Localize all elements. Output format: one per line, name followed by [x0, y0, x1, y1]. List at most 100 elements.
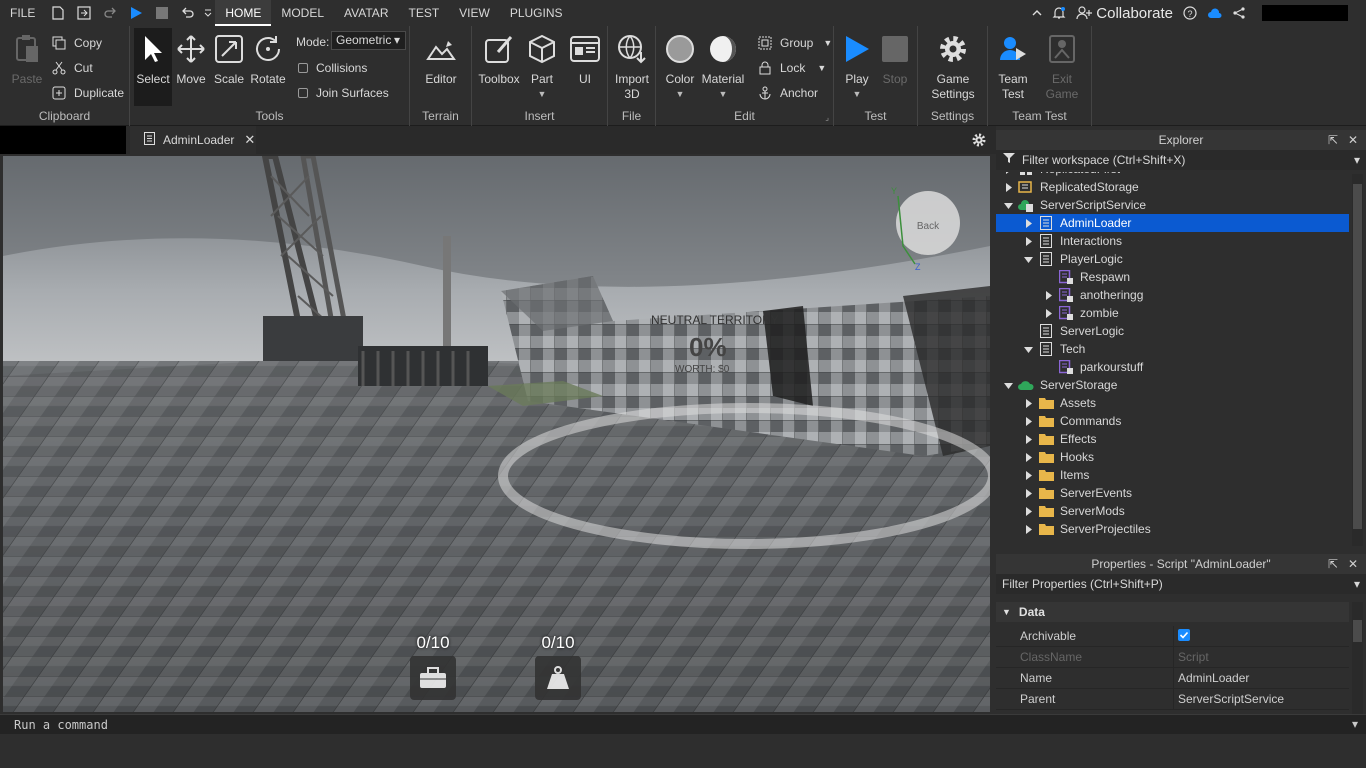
scale-tool-button[interactable]: Scale [210, 32, 248, 87]
ui-button[interactable]: UI [566, 32, 604, 87]
chevron-down-icon[interactable] [1002, 382, 1014, 389]
tree-item[interactable]: Assets [996, 394, 1349, 412]
chevron-right-icon[interactable] [1042, 290, 1054, 300]
chevron-right-icon[interactable] [1022, 416, 1034, 426]
tree-item[interactable]: ReplicatedStorage [996, 178, 1349, 196]
duplicate-button[interactable]: Duplicate [50, 83, 124, 103]
play-quick-icon[interactable] [123, 0, 149, 26]
undock-icon[interactable]: ⇱ [1328, 554, 1338, 574]
part-button[interactable]: Part ▼ [524, 32, 560, 102]
tree-item[interactable]: ServerScriptService [996, 196, 1349, 214]
stop-quick-icon[interactable] [149, 0, 175, 26]
material-dropdown-icon[interactable]: ▼ [700, 87, 746, 102]
tree-item[interactable]: zombie [996, 304, 1349, 322]
properties-scrollbar-thumb[interactable] [1353, 620, 1362, 642]
redo-icon[interactable] [97, 0, 123, 26]
close-icon[interactable]: ✕ [1348, 130, 1358, 150]
rotate-tool-button[interactable]: Rotate [248, 32, 288, 87]
select-tool-button[interactable]: Select [134, 28, 172, 106]
undock-icon[interactable]: ⇱ [1328, 130, 1338, 150]
chevron-right-icon[interactable] [1022, 218, 1034, 228]
mode-select[interactable]: Geometric ▾ [331, 31, 406, 50]
tree-item[interactable]: Items [996, 466, 1349, 484]
tree-item[interactable]: ServerStorage [996, 376, 1349, 394]
import-3d-button[interactable]: Import 3D [612, 32, 652, 102]
tree-item[interactable]: AdminLoader [996, 214, 1349, 232]
move-tool-button[interactable]: Move [172, 32, 210, 87]
material-button[interactable]: Material ▼ [700, 32, 746, 102]
tab-plugins[interactable]: PLUGINS [500, 0, 573, 26]
chevron-right-icon[interactable] [1022, 236, 1034, 246]
chevron-down-icon[interactable]: ▾ [1354, 574, 1360, 594]
tree-item[interactable]: PlayerLogic [996, 250, 1349, 268]
chevron-down-icon[interactable] [1022, 346, 1034, 353]
open-icon[interactable] [71, 0, 97, 26]
chevron-right-icon[interactable] [1022, 524, 1034, 534]
terrain-editor-button[interactable]: Editor [420, 32, 462, 87]
tab-model[interactable]: MODEL [271, 0, 334, 26]
tab-home[interactable]: HOME [215, 0, 272, 26]
hidden-tab[interactable] [0, 126, 126, 154]
explorer-scrollbar-thumb[interactable] [1353, 184, 1362, 529]
tab-avatar[interactable]: AVATAR [334, 0, 398, 26]
chevron-right-icon[interactable] [1022, 506, 1034, 516]
play-dropdown-icon[interactable]: ▼ [840, 87, 874, 102]
close-icon[interactable]: ✕ [244, 132, 255, 148]
tree-item[interactable]: Hooks [996, 448, 1349, 466]
tree-item[interactable]: Commands [996, 412, 1349, 430]
chevron-down-icon[interactable] [1022, 256, 1034, 263]
chevron-right-icon[interactable] [1022, 434, 1034, 444]
command-bar[interactable]: Run a command ▾ [0, 714, 1366, 734]
chevron-down-icon[interactable] [1002, 202, 1014, 209]
chevron-down-icon[interactable]: ▾ [1354, 150, 1360, 170]
explorer-filter[interactable]: Filter workspace (Ctrl+Shift+X) ▾ [996, 150, 1366, 170]
group-dropdown-icon[interactable]: ▼ [823, 38, 832, 48]
property-value[interactable]: Script [1174, 650, 1209, 664]
property-value[interactable]: ServerScriptService [1174, 692, 1284, 706]
archivable-checkbox[interactable] [1174, 628, 1190, 644]
data-section-header[interactable]: ▼ Data [996, 602, 1349, 622]
chevron-right-icon[interactable] [1022, 470, 1034, 480]
lock-button[interactable]: Lock ▼ [756, 58, 826, 78]
chevron-right-icon[interactable] [1042, 308, 1054, 318]
tree-item[interactable]: Effects [996, 430, 1349, 448]
tree-item[interactable]: Interactions [996, 232, 1349, 250]
property-row[interactable]: ClassName Script [996, 646, 1349, 668]
tree-item[interactable]: ServerLogic [996, 322, 1349, 340]
new-file-icon[interactable] [45, 0, 71, 26]
cut-button[interactable]: Cut [50, 58, 93, 78]
cloud-icon[interactable] [1207, 7, 1223, 19]
color-button[interactable]: Color ▼ [660, 32, 700, 102]
notification-bell-icon[interactable] [1052, 6, 1066, 20]
briefcase-hotbar-slot[interactable] [410, 656, 456, 700]
play-button[interactable]: Play ▼ [840, 32, 874, 102]
tree-item[interactable]: ServerMods [996, 502, 1349, 520]
team-test-button[interactable]: Team Test [992, 32, 1034, 102]
command-bar-placeholder[interactable]: Run a command [14, 718, 108, 732]
3d-viewport[interactable]: NEUTRAL TERRITORY 0% WORTH: $0 Back Y Z … [3, 156, 990, 712]
property-row[interactable]: Parent ServerScriptService [996, 688, 1349, 710]
join-surfaces-checkbox[interactable] [298, 88, 308, 98]
undo-icon[interactable] [175, 0, 201, 26]
edit-expand-icon[interactable]: ⌟ [825, 113, 829, 122]
join-surfaces-toggle[interactable]: Join Surfaces [298, 83, 389, 103]
explorer-scrollbar[interactable] [1352, 174, 1363, 546]
property-value[interactable]: AdminLoader [1174, 671, 1249, 685]
tab-test[interactable]: TEST [398, 0, 449, 26]
help-icon[interactable]: ? [1183, 6, 1197, 20]
group-button[interactable]: Group ▼ [756, 33, 832, 53]
chevron-right-icon[interactable] [1002, 172, 1014, 174]
properties-scrollbar[interactable] [1352, 602, 1363, 714]
copy-button[interactable]: Copy [50, 33, 102, 53]
tree-item[interactable]: ServerProjectiles [996, 520, 1349, 538]
collaborate-button[interactable]: Collaborate [1076, 5, 1173, 22]
share-icon[interactable] [1233, 7, 1245, 19]
paste-button[interactable]: Paste [8, 32, 46, 87]
chevron-right-icon[interactable] [1002, 182, 1014, 192]
tree-item[interactable]: ServerEvents [996, 484, 1349, 502]
chevron-right-icon[interactable] [1022, 452, 1034, 462]
tree-item[interactable]: parkourstuff [996, 358, 1349, 376]
collapse-ribbon-icon[interactable] [1032, 9, 1042, 17]
tab-adminloader[interactable]: AdminLoader ✕ [130, 126, 256, 154]
file-menu[interactable]: FILE [0, 0, 45, 26]
